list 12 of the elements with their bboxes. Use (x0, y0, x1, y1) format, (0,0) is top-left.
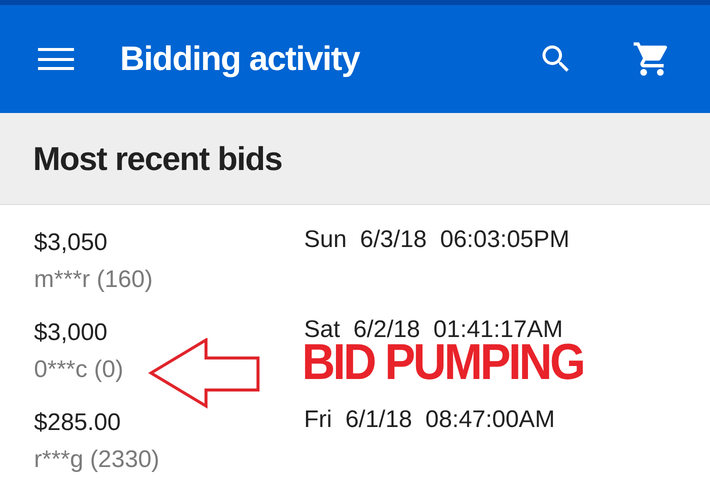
bid-amount: $3,000 (34, 318, 108, 348)
bidder-name: 0***c (0) (34, 355, 124, 385)
bidder-name: m***r (160) (34, 265, 153, 295)
bidder-name: r***g (2330) (34, 445, 160, 475)
menu-button[interactable] (38, 45, 74, 73)
bid-amount: $285.00 (34, 408, 122, 438)
app-title: Bidding activity (120, 38, 360, 80)
section-title: Most recent bids (33, 138, 282, 179)
bid-time: Sun 6/3/18 06:03:05PM (304, 225, 570, 255)
bid-amount: $3,050 (34, 228, 108, 258)
menu-icon (38, 45, 74, 73)
bid-time: Fri 6/1/18 08:47:00AM (304, 405, 555, 435)
